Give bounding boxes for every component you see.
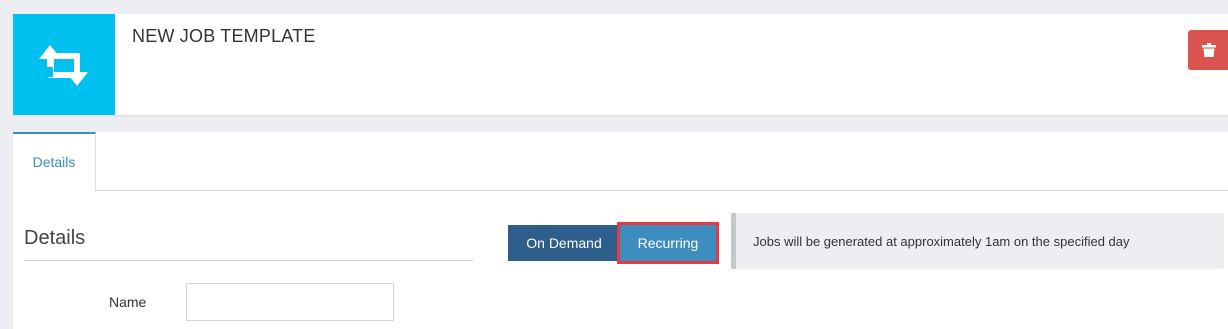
info-message-box: Jobs will be generated at approximately …: [731, 213, 1224, 269]
header-card: NEW JOB TEMPLATE: [13, 14, 1228, 115]
content-panel: Details Details Name On Demand Recurring…: [13, 132, 1228, 329]
tab-bar: Details: [13, 132, 1228, 191]
recurring-arrows-icon: [39, 44, 88, 86]
on-demand-button[interactable]: On Demand: [508, 225, 620, 261]
trash-icon: [1202, 43, 1216, 57]
header-icon-box: [13, 14, 115, 115]
schedule-toggle: On Demand Recurring: [508, 222, 719, 264]
page-title: NEW JOB TEMPLATE: [132, 26, 316, 46]
recurring-button[interactable]: Recurring: [617, 222, 719, 264]
active-tab-indicator: [13, 189, 95, 191]
tab-details[interactable]: Details: [13, 132, 96, 190]
info-message-text: Jobs will be generated at approximately …: [753, 233, 1130, 249]
delete-button[interactable]: [1188, 30, 1228, 70]
name-label: Name: [109, 294, 147, 310]
name-input[interactable]: [186, 283, 394, 321]
section-title: Details: [24, 227, 86, 249]
section-divider: [24, 260, 473, 261]
